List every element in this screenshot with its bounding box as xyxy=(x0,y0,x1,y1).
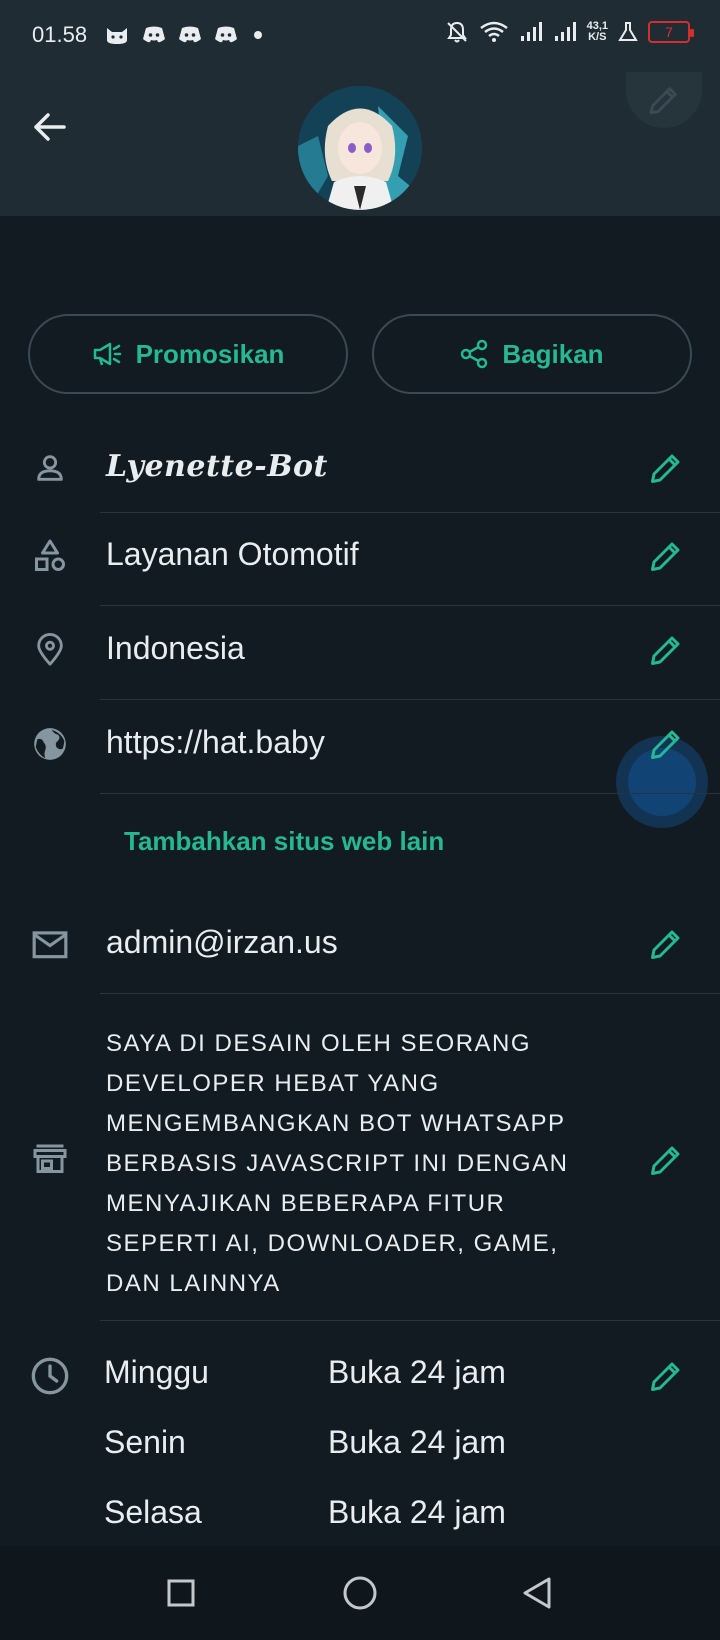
globe-icon xyxy=(28,722,72,766)
share-icon xyxy=(461,339,488,369)
cat-app-icon xyxy=(107,28,127,44)
edit-category-button[interactable] xyxy=(644,534,688,578)
add-website-link[interactable]: Tambahkan situs web lain xyxy=(124,826,444,857)
edit-description-button[interactable] xyxy=(644,1138,688,1182)
profile-header xyxy=(0,72,720,216)
pencil-icon xyxy=(651,542,680,571)
hours-day: Selasa xyxy=(104,1494,202,1530)
shapes-icon xyxy=(28,534,72,578)
hours-day: Senin xyxy=(104,1424,186,1460)
category-row[interactable]: Layanan Otomotif xyxy=(0,520,720,594)
arrow-left-icon xyxy=(34,113,66,141)
triangle-back-icon xyxy=(523,1577,551,1609)
discord-icon xyxy=(143,26,165,43)
location-pin-icon xyxy=(28,628,72,672)
battery-level: 7 xyxy=(665,24,673,40)
battery-indicator: 7 xyxy=(648,21,694,43)
share-button[interactable]: Bagikan xyxy=(372,314,692,394)
divider xyxy=(100,512,720,513)
hours-day: Minggu xyxy=(104,1354,209,1390)
avatar-image xyxy=(298,86,422,210)
divider xyxy=(100,793,720,794)
pencil-icon xyxy=(651,636,680,665)
pencil-icon xyxy=(649,87,677,115)
system-nav-bar xyxy=(0,1546,720,1640)
wifi-icon xyxy=(479,21,508,42)
storefront-icon xyxy=(28,1136,72,1180)
recents-button[interactable] xyxy=(156,1568,206,1618)
mail-icon xyxy=(28,922,72,966)
divider xyxy=(100,993,720,994)
avatar[interactable] xyxy=(298,86,422,210)
pencil-icon xyxy=(651,454,680,483)
megaphone-icon xyxy=(93,342,121,366)
edit-location-button[interactable] xyxy=(644,628,688,672)
name-row[interactable]: Lyenette-Bot xyxy=(0,436,720,512)
person-icon xyxy=(28,446,72,490)
hours-value: Buka 24 jam xyxy=(328,1354,506,1390)
clock-icon xyxy=(28,1354,72,1398)
hours-value: Buka 24 jam xyxy=(328,1424,506,1460)
profile-name: Lyenette-Bot xyxy=(106,449,328,484)
profile-description: SAYA DI DESAIN OLEH SEORANG DEVELOPER HE… xyxy=(106,1030,569,1297)
back-button[interactable] xyxy=(26,104,72,150)
edit-name-button[interactable] xyxy=(644,446,688,490)
back-nav-button[interactable] xyxy=(512,1568,562,1618)
status-bar: 01.58 43,1 K/S 7 xyxy=(0,0,720,72)
email-row[interactable]: admin@irzan.us xyxy=(0,908,720,982)
system-status: 43,1 K/S 7 xyxy=(445,20,694,44)
edit-hours-button[interactable] xyxy=(644,1354,688,1398)
divider xyxy=(100,1320,720,1321)
edit-email-button[interactable] xyxy=(644,922,688,966)
edit-photo-button[interactable] xyxy=(626,72,702,128)
bell-off-icon xyxy=(446,21,467,43)
share-label: Bagikan xyxy=(502,338,604,369)
profile-category: Layanan Otomotif xyxy=(106,536,359,572)
hours-value: Buka 24 jam xyxy=(328,1494,506,1530)
flask-icon xyxy=(618,22,638,41)
signal-icon xyxy=(520,22,542,41)
circle-icon xyxy=(343,1576,377,1610)
promote-button[interactable]: Promosikan xyxy=(28,314,348,394)
signal-icon xyxy=(554,22,576,41)
pencil-icon xyxy=(651,1362,680,1391)
pencil-icon xyxy=(651,1146,680,1175)
discord-icon xyxy=(179,26,201,43)
pencil-icon xyxy=(651,930,680,959)
square-icon xyxy=(167,1579,195,1607)
location-row[interactable]: Indonesia xyxy=(0,614,720,688)
net-speed-unit: K/S xyxy=(588,31,607,43)
home-button[interactable] xyxy=(335,1568,385,1618)
profile-email: admin@irzan.us xyxy=(106,924,338,960)
discord-icon xyxy=(215,26,237,43)
net-speed: 43,1 K/S xyxy=(587,21,608,43)
profile-location: Indonesia xyxy=(106,630,245,666)
divider xyxy=(100,605,720,606)
edit-website-button[interactable] xyxy=(644,722,688,766)
notification-icons xyxy=(104,24,266,46)
promote-label: Promosikan xyxy=(135,338,285,369)
pencil-icon xyxy=(651,730,680,759)
status-time: 01.58 xyxy=(32,22,88,47)
dot-icon xyxy=(254,31,262,39)
profile-website: https://hat.baby xyxy=(106,724,325,760)
website-row[interactable]: https://hat.baby xyxy=(0,708,720,782)
divider xyxy=(100,699,720,700)
